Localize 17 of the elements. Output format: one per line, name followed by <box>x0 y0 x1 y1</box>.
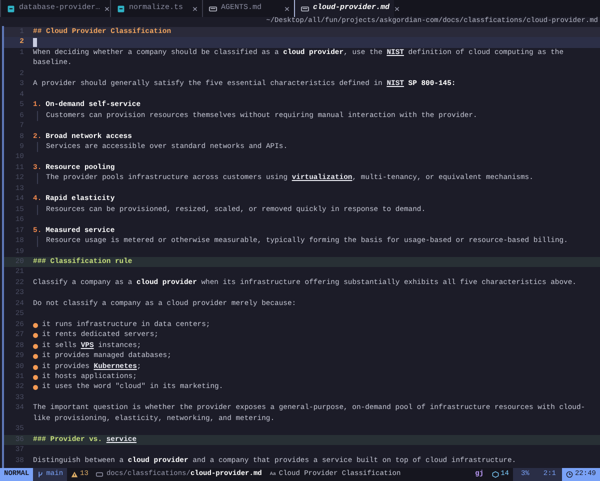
file-icon <box>7 4 15 12</box>
bullet-icon <box>33 322 38 328</box>
close-icon <box>192 6 198 12</box>
bullet-icon <box>33 374 38 380</box>
bullet-icon <box>33 385 38 390</box>
bullet-icon <box>33 344 38 349</box>
file-icon <box>117 4 125 12</box>
text-cursor <box>33 38 37 48</box>
warning-icon <box>71 471 78 478</box>
clock-icon <box>566 471 573 478</box>
cube-icon <box>492 471 499 478</box>
bullet-icon <box>33 364 38 370</box>
bullet-icon <box>33 354 38 360</box>
close-icon <box>284 6 290 12</box>
close-icon <box>104 6 110 12</box>
bullet-icon <box>33 333 38 338</box>
close-icon <box>394 6 400 12</box>
